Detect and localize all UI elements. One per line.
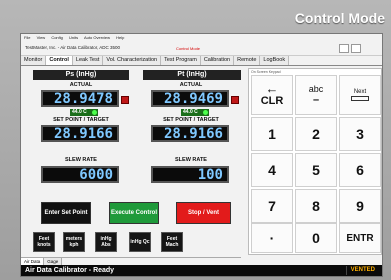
pt-temp-value: 44.0 C (183, 109, 198, 115)
unit-inhg-qc-button[interactable]: inHg Qc (129, 232, 151, 252)
on-screen-keypad: On Screen Keypad ← CLR abc – Next 1 2 3 … (248, 68, 382, 255)
next-key[interactable]: Next (339, 75, 381, 115)
key-5[interactable]: 5 (295, 153, 337, 187)
dash-key-label: – (312, 94, 320, 106)
ps-header: Ps (InHg) (33, 70, 129, 80)
pt-actual-label: ACTUAL (179, 82, 203, 88)
ps-status-led (92, 110, 97, 115)
pt-setpoint-label: SET POINT / TARGET (163, 117, 219, 123)
clr-key[interactable]: ← CLR (251, 75, 293, 115)
toolbar: TestMaster, Inc. - Air Data Calibrator, … (21, 42, 382, 56)
toolbar-icon-button[interactable] (351, 44, 361, 53)
bottom-tabs: Air Data Gage (21, 257, 241, 265)
tab-remote[interactable]: Remote (234, 56, 261, 65)
key-3[interactable]: 3 (339, 117, 381, 151)
ps-alarm-indicator (121, 96, 129, 104)
ps-actual-display: 28.9478 (41, 90, 119, 107)
pt-setpoint-display[interactable]: 28.9166 (151, 125, 229, 142)
window-frame: Control Mode File View Config Units Auto… (0, 0, 391, 280)
enter-key[interactable]: ENTR (339, 223, 381, 253)
menu-file[interactable]: File (24, 35, 30, 40)
unit-feet-knots-button[interactable]: Feet knots (33, 232, 55, 252)
enter-setpoint-button[interactable]: Enter Set Point (41, 202, 91, 224)
key-6[interactable]: 6 (339, 153, 381, 187)
ps-temp-value: 44.0 C (72, 109, 87, 115)
menu-units[interactable]: Units (69, 35, 78, 40)
app-window: File View Config Units Auto Overview Hel… (20, 33, 383, 277)
unit-meters-kph-button[interactable]: meters kph (63, 232, 85, 252)
menu-auto-overview[interactable]: Auto Overview (84, 35, 110, 40)
unit-inhg-abs-button[interactable]: inHg Abs (95, 232, 117, 252)
menu-help[interactable]: Help (116, 35, 124, 40)
next-key-label: Next (353, 89, 367, 95)
ps-actual-label: ACTUAL (69, 82, 93, 88)
tab-control[interactable]: Control (46, 56, 73, 65)
ps-setpoint-label: SET POINT / TARGET (53, 117, 109, 123)
tab-air-data[interactable]: Air Data (21, 258, 45, 265)
key-decimal[interactable]: · (251, 223, 293, 253)
vent-status-badge: VENTED (345, 266, 379, 275)
next-field-icon (351, 96, 369, 101)
keypad-label: On Screen Keypad (251, 70, 281, 74)
pt-temp-badge: 44.0 C (181, 109, 209, 116)
pt-actual-display: 28.9469 (151, 90, 229, 107)
status-bar: Air Data Calibrator - Ready VENTED (21, 265, 382, 276)
key-7[interactable]: 7 (251, 189, 293, 223)
tab-logbook[interactable]: LogBook (260, 56, 290, 65)
menu-config[interactable]: Config (51, 35, 63, 40)
ps-setpoint-display[interactable]: 28.9166 (41, 125, 119, 142)
key-2[interactable]: 2 (295, 117, 337, 151)
tab-leak-test[interactable]: Leak Test (72, 56, 104, 65)
pt-slew-display[interactable]: 100 (151, 166, 229, 183)
pt-slew-label: SLEW RATE (175, 157, 207, 163)
ps-slew-label: SLEW RATE (65, 157, 97, 163)
tab-calibration[interactable]: Calibration (200, 56, 235, 65)
menu-bar: File View Config Units Auto Overview Hel… (21, 34, 382, 42)
pt-status-led (203, 110, 208, 115)
control-mode-indicator: Control Mode (176, 46, 201, 51)
app-caption: TestMaster, Inc. - Air Data Calibrator, … (25, 45, 121, 50)
main-tabs: Monitor Control Leak Test Vol. Character… (21, 56, 382, 66)
unit-feet-mach-button[interactable]: Feet Mach (161, 232, 183, 252)
tab-monitor[interactable]: Monitor (21, 56, 47, 65)
tab-test-program[interactable]: Test Program (161, 56, 201, 65)
pt-header: Pt (InHg) (143, 70, 241, 80)
execute-control-button[interactable]: Execute Control (109, 202, 159, 224)
key-4[interactable]: 4 (251, 153, 293, 187)
ps-slew-display[interactable]: 6000 (41, 166, 119, 183)
key-1[interactable]: 1 (251, 117, 293, 151)
stop-vent-button[interactable]: Stop / Vent (176, 202, 231, 224)
abc-key-label: abc (308, 84, 324, 94)
pt-alarm-indicator (231, 96, 239, 104)
status-text: Air Data Calibrator - Ready (25, 267, 115, 274)
clr-key-label: CLR (260, 95, 284, 107)
key-9[interactable]: 9 (339, 189, 381, 223)
backspace-arrow-icon: ← (265, 81, 279, 96)
page-title: Control Mode (294, 10, 385, 26)
abc-key[interactable]: abc – (295, 75, 337, 115)
ps-temp-badge: 44.0 C (70, 109, 98, 116)
tab-gage[interactable]: Gage (44, 258, 63, 265)
key-0[interactable]: 0 (295, 223, 337, 253)
tab-vol-characterization[interactable]: Vol. Characterization (103, 56, 162, 65)
menu-view[interactable]: View (37, 35, 46, 40)
toolbar-icon-button[interactable] (339, 44, 349, 53)
key-8[interactable]: 8 (295, 189, 337, 223)
